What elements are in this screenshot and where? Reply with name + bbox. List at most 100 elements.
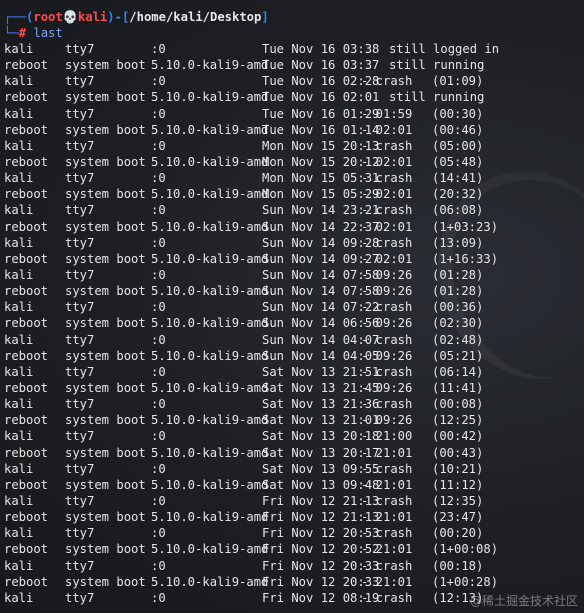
row-status: still running	[389, 90, 485, 105]
row-time: - crash	[361, 332, 413, 347]
row-host: 5.10.0-kali9-amd	[151, 284, 269, 299]
row-host: :0	[151, 138, 166, 153]
output-row: kali tty7:0 Mon Nov 15 05:31- crash (14:41)	[0, 170, 584, 186]
output-row: kali tty7:0 Tue Nov 16 01:29- 01:59 (00:30)	[0, 106, 584, 122]
row-time: - crash	[361, 558, 413, 573]
output-row: reboot system boot 5.10.0-kali9-amd Sat Nov…	[0, 380, 584, 396]
row-time: - 21:00	[361, 429, 413, 444]
row-host: :0	[151, 590, 166, 605]
command-text: last	[33, 26, 63, 40]
row-status: still logged in	[389, 42, 500, 56]
row-host: 5.10.0-kali9-amd	[151, 477, 269, 492]
row-tty: system boot	[65, 316, 146, 331]
row-host: :0	[151, 171, 166, 186]
row-tty: system boot	[65, 413, 146, 428]
row-status: (05:48)	[432, 154, 484, 169]
output-row: reboot system boot 5.10.0-kali9-amd Mon Nov…	[0, 154, 584, 170]
row-tty: tty7	[65, 235, 95, 250]
row-status: (00:42)	[432, 429, 484, 444]
row-status: (14:41)	[432, 171, 484, 186]
row-tty: tty7	[65, 332, 95, 347]
row-status: (1+00:08)	[432, 542, 499, 557]
row-tty: system boot	[65, 58, 146, 73]
row-user: reboot	[4, 122, 49, 137]
row-status: (11:41)	[432, 380, 484, 395]
row-host: 5.10.0-kali9-amd	[151, 348, 269, 363]
output-row: reboot system boot 5.10.0-kali9-amd Sat Nov…	[0, 412, 584, 428]
row-host: 5.10.0-kali9-amd	[151, 219, 269, 234]
row-status: (1+03:23)	[432, 219, 499, 234]
row-user: kali	[4, 138, 34, 153]
row-host: :0	[151, 235, 166, 250]
row-status: (00:46)	[432, 122, 484, 137]
row-host: 5.10.0-kali9-amd	[151, 413, 269, 428]
row-host: 5.10.0-kali9-amd	[151, 122, 269, 137]
row-host: :0	[151, 300, 166, 315]
row-status: (00:36)	[432, 300, 484, 315]
row-tty: tty7	[65, 42, 95, 56]
row-user: reboot	[4, 187, 49, 202]
row-tty: tty7	[65, 461, 95, 476]
prompt-host: kali	[77, 10, 108, 24]
row-host: :0	[151, 526, 166, 541]
row-date: Tue Nov 16 03:38	[262, 42, 380, 56]
row-tty: system boot	[65, 510, 146, 525]
row-user: kali	[4, 300, 34, 315]
row-user: kali	[4, 429, 34, 444]
row-tty: system boot	[65, 90, 146, 105]
row-status: (02:30)	[432, 316, 484, 331]
command-line[interactable]: └─# last	[4, 25, 63, 42]
output-row: kali tty7:0 Sun Nov 14 04:07- crash (02:48)	[0, 332, 584, 348]
output-row: kali tty7:0 Sat Nov 13 21:36- crash (00:08)	[0, 396, 584, 412]
row-time: - crash	[361, 300, 413, 315]
row-time: - crash	[361, 74, 413, 89]
row-tty: tty7	[65, 106, 95, 121]
output-row: reboot system boot 5.10.0-kali9-amd Mon Nov…	[0, 186, 584, 202]
output-row: kali tty7:0 Sat Nov 13 09:55- crash (10:21)	[0, 461, 584, 477]
row-host: :0	[151, 429, 166, 444]
terminal-window[interactable]: ┌──(root💀kali)-[/home/kali/Desktop] └─# …	[0, 0, 584, 613]
row-user: reboot	[4, 574, 49, 589]
row-user: kali	[4, 526, 34, 541]
output-row: reboot system boot 5.10.0-kali9-amd Sun Nov…	[0, 251, 584, 267]
command-prefix: └─	[4, 26, 19, 40]
row-status: (01:28)	[432, 267, 484, 282]
row-host: 5.10.0-kali9-amd	[151, 187, 269, 202]
row-time: - 02:01	[361, 154, 413, 169]
row-status: still running	[389, 58, 485, 73]
row-time: - crash	[361, 493, 413, 508]
row-user: reboot	[4, 413, 49, 428]
row-user: reboot	[4, 348, 49, 363]
row-time: - crash	[361, 397, 413, 412]
row-status: (23:47)	[432, 510, 484, 525]
row-user: kali	[4, 493, 34, 508]
row-tty: tty7	[65, 203, 95, 218]
row-time: - crash	[361, 526, 413, 541]
row-tty: system boot	[65, 284, 146, 299]
output-row: kali tty7:0 Sun Nov 14 07:22- crash (00:36)	[0, 299, 584, 315]
row-status: (02:48)	[432, 332, 484, 347]
row-tty: tty7	[65, 364, 95, 379]
row-user: reboot	[4, 58, 49, 73]
row-status: (00:08)	[432, 397, 484, 412]
row-status: (12:25)	[432, 413, 484, 428]
row-user: kali	[4, 171, 34, 186]
row-time: - 09:26	[361, 267, 413, 282]
row-status: (00:30)	[432, 106, 484, 121]
row-status: (01:28)	[432, 284, 484, 299]
row-tty: tty7	[65, 590, 95, 605]
row-tty: system boot	[65, 445, 146, 460]
row-tty: system boot	[65, 574, 146, 589]
prompt-user: root	[33, 10, 63, 24]
row-user: kali	[4, 558, 34, 573]
output-row: reboot system boot 5.10.0-kali9-amd Sun Nov…	[0, 348, 584, 364]
last-output: kali tty7 :0 Tue Nov 16 03:38 still logged i…	[0, 41, 584, 606]
row-user: reboot	[4, 251, 49, 266]
row-user: kali	[4, 235, 34, 250]
output-row: kali tty7:0 Fri Nov 12 21:13- crash (12:35)	[0, 493, 584, 509]
row-time: - 02:01	[361, 251, 413, 266]
output-row: reboot system boot 5.10.0-kali9-amd Fri Nov…	[0, 509, 584, 525]
row-time: - crash	[361, 364, 413, 379]
root-hash: #	[18, 26, 27, 40]
row-user: kali	[4, 106, 34, 121]
